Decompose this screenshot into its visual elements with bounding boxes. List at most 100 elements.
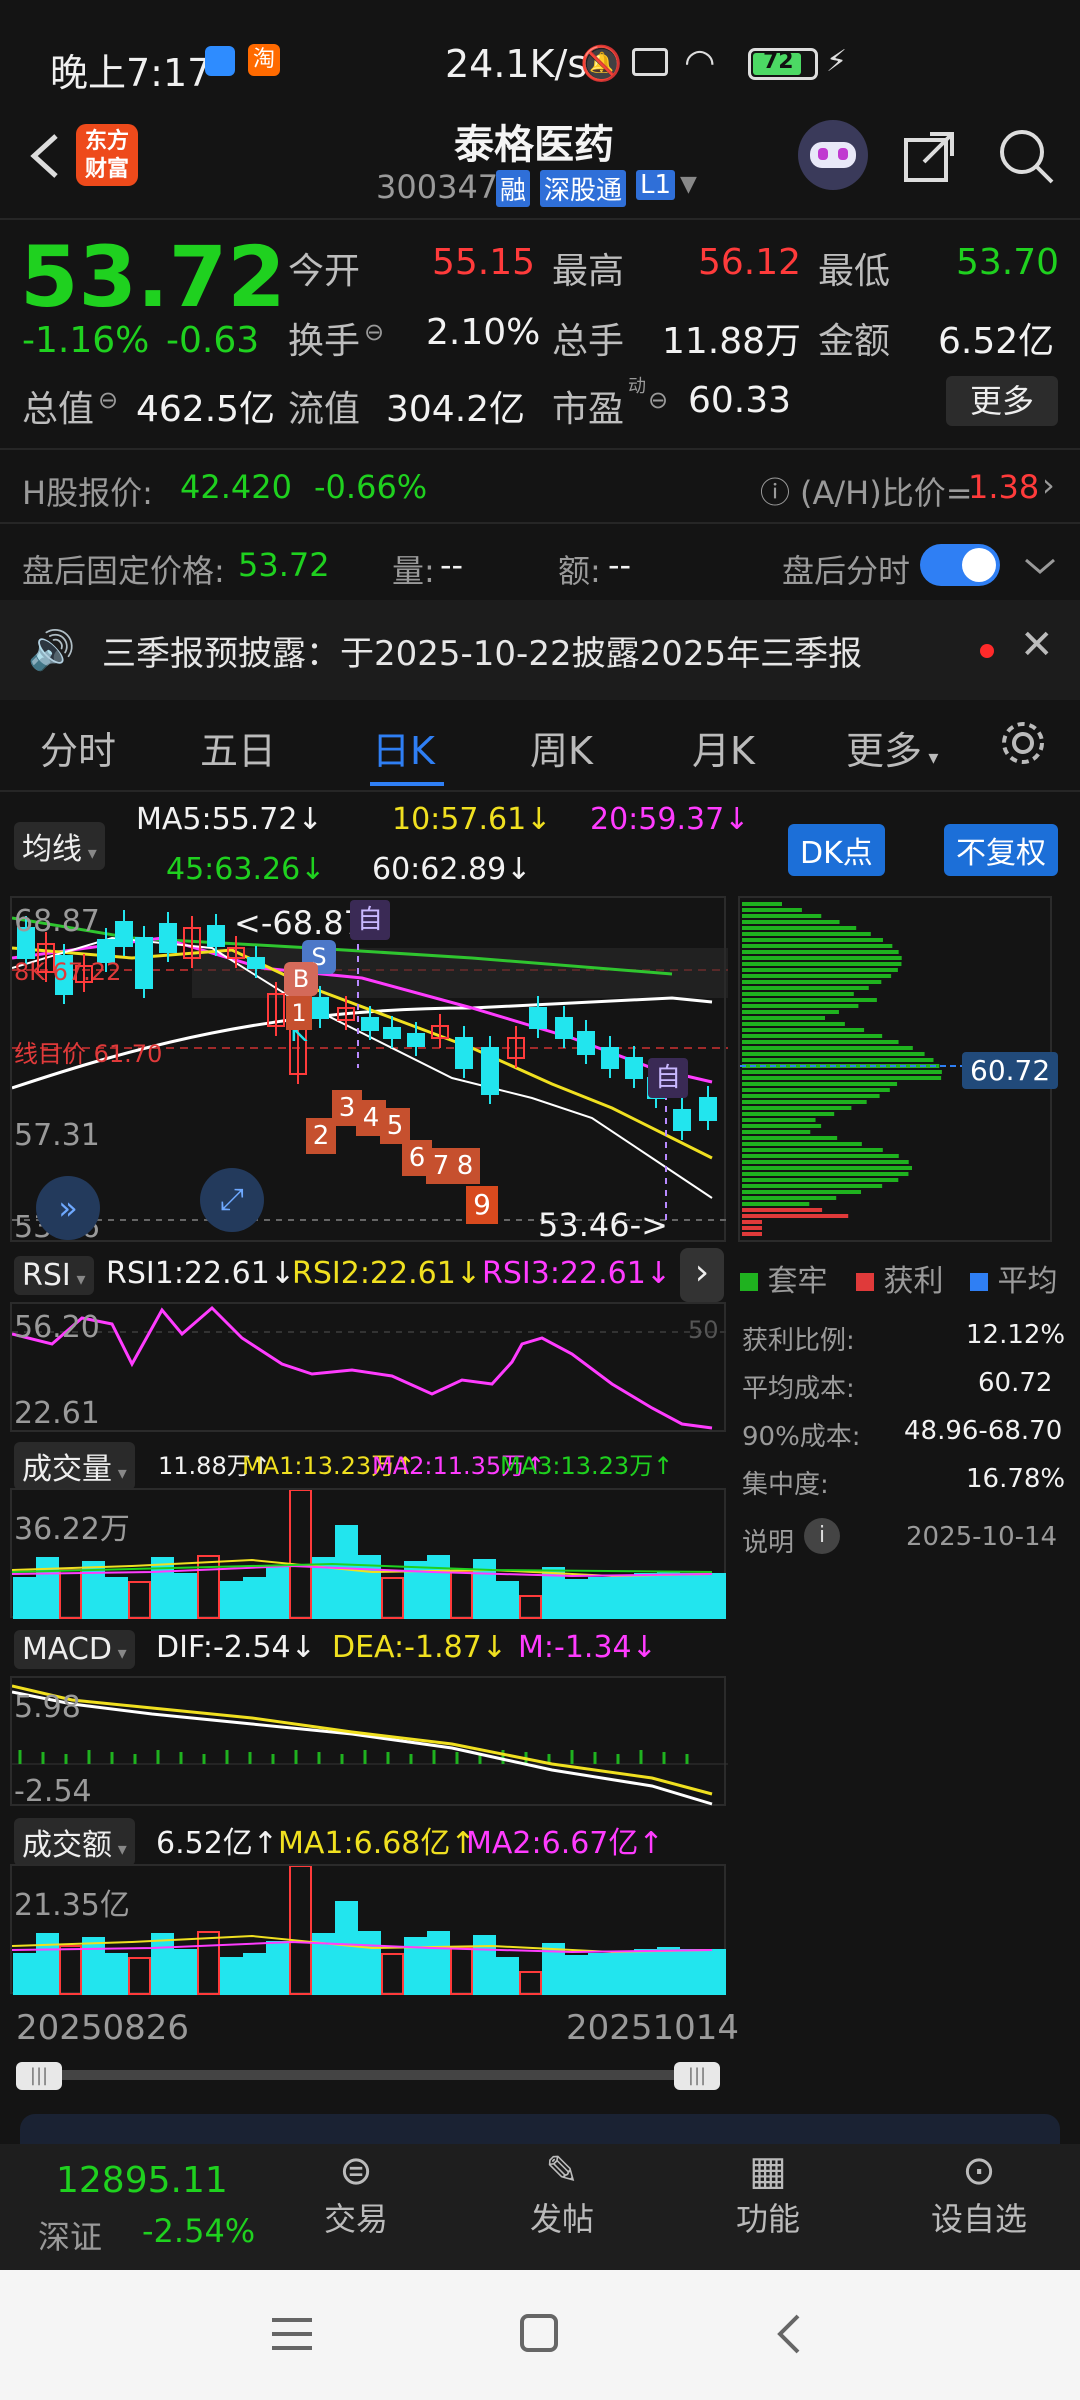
bar (174, 1949, 197, 1995)
bar (358, 1931, 381, 1995)
afterhours-label: 盘后固定价格: (22, 552, 225, 590)
chevron-right-icon[interactable]: › (680, 1248, 724, 1302)
share-icon[interactable] (900, 126, 960, 186)
self-select-mark[interactable]: 自 (350, 900, 390, 940)
bar (266, 1941, 289, 1995)
chevron-down-icon[interactable] (1022, 552, 1058, 580)
home-icon[interactable] (518, 2314, 562, 2354)
time-range-track[interactable] (20, 2070, 716, 2080)
fullscreen-icon[interactable]: ⤢ (200, 1168, 264, 1232)
chip-bar (742, 1214, 849, 1218)
chip-conc-value: 16.78% (966, 1464, 1066, 1494)
tab-5day[interactable]: 五日 (200, 720, 276, 775)
tab-daily-k[interactable]: 日K (372, 720, 435, 775)
chevron-right-icon[interactable]: › (1042, 466, 1055, 504)
amount-selector[interactable]: 成交额 ▾ (14, 1818, 135, 1866)
chip-legend-trapped-label: 套牢 (767, 1264, 828, 1299)
ad-banner-peek[interactable] (20, 2114, 1060, 2144)
kline-y-top: 68.87 (14, 904, 100, 939)
chip-bar (742, 1166, 912, 1170)
chevron-down-icon[interactable]: ▼ (680, 172, 697, 197)
chip-bar (742, 1208, 823, 1212)
last-price: 53.72 (20, 228, 286, 326)
chip-avg-label: 平均成本: (742, 1374, 855, 1404)
back-button[interactable] (20, 126, 70, 186)
candle-body (207, 925, 225, 947)
candle-body (601, 1047, 619, 1069)
speaker-icon: 🔊 (28, 628, 76, 672)
gear-icon[interactable] (998, 718, 1048, 768)
index-pct[interactable]: -2.54% (142, 2212, 255, 2250)
nav-post[interactable]: ✎ 发帖 (522, 2148, 602, 2240)
info-icon[interactable]: i (804, 1518, 840, 1554)
info-icon[interactable]: ⊖ (364, 318, 384, 346)
volume-ma3: MA3:13.23万↑ (500, 1452, 674, 1480)
tab-more-label: 更多 (846, 729, 923, 773)
tab-more[interactable]: 更多 ▾ (846, 720, 938, 775)
change-amount: -0.63 (166, 320, 260, 361)
pe-info-icon[interactable]: ⊖ (648, 386, 668, 414)
chip-bar (742, 1196, 837, 1200)
mktcap-info-icon[interactable]: ⊖ (98, 386, 118, 414)
buy-mark[interactable]: B (284, 962, 318, 996)
menu-icon[interactable] (270, 2314, 314, 2354)
volume-value: 11.88万 (662, 321, 802, 362)
high-value: 56.12 (698, 242, 802, 283)
volume-y-top: 36.22万 (14, 1512, 130, 1547)
more-button[interactable]: 更多 (946, 376, 1058, 426)
candle-body (481, 1047, 499, 1095)
notice-bar[interactable]: 🔊 三季报预披露：于2025-10-22披露2025年三季报 ✕ (0, 600, 1080, 700)
close-icon[interactable]: ✕ (1020, 622, 1054, 668)
bar (220, 1581, 243, 1619)
ah-ratio-value: 1.38 (968, 468, 1040, 506)
chip-bar (742, 1046, 913, 1050)
chip-bar (742, 1070, 942, 1074)
volume-selector[interactable]: 成交量 ▾ (14, 1442, 135, 1490)
robot-assistant-icon[interactable] (798, 120, 868, 190)
wifi-icon: ◠ (684, 42, 716, 83)
index-value[interactable]: 12895.11 (56, 2160, 228, 2201)
tab-intraday[interactable]: 分时 (40, 720, 116, 775)
macd-selector-label: MACD (22, 1632, 112, 1667)
bar (82, 1937, 105, 1995)
dk-point-button[interactable]: DK点 (788, 824, 885, 876)
candle-body (529, 1007, 547, 1029)
nav-add-watchlist[interactable]: ⊙ 设自选 (924, 2148, 1034, 2240)
afterhours-toggle[interactable] (920, 544, 1000, 586)
high-label: 最高 (552, 251, 625, 292)
mktcap-value: 462.5亿 (136, 389, 276, 430)
charging-icon: ⚡ (826, 44, 848, 79)
expand-left-icon[interactable]: » (36, 1176, 100, 1240)
tab-monthly-k[interactable]: 月K (692, 720, 755, 775)
macd-selector[interactable]: MACD ▾ (14, 1630, 135, 1669)
range-handle-left[interactable]: ||| (16, 2062, 62, 2090)
bar (588, 1577, 611, 1619)
back-nav-icon[interactable] (768, 2314, 812, 2354)
rsi-selector[interactable]: RSI ▾ (14, 1256, 94, 1295)
float-value: 304.2亿 (386, 389, 526, 430)
nav-trade[interactable]: ⊜ 交易 (316, 2148, 396, 2240)
divider (0, 448, 1080, 450)
no-adjust-button[interactable]: 不复权 (944, 824, 1058, 876)
candle-body (383, 1027, 401, 1039)
tab-weekly-k[interactable]: 周K (530, 720, 593, 775)
ma-selector[interactable]: 均线 ▾ (14, 822, 105, 870)
bar (13, 1577, 36, 1619)
question-icon[interactable]: ⓘ (760, 468, 790, 512)
range-handle-right[interactable]: ||| (674, 2062, 720, 2090)
nav-functions[interactable]: ▦ 功能 (728, 2148, 808, 2240)
index-name[interactable]: 深证 (38, 2212, 102, 2258)
search-icon[interactable] (994, 124, 1058, 188)
more-dots-icon: ⊙ (962, 2148, 996, 2194)
amount-ma1: MA1:6.68亿↑ (278, 1826, 476, 1861)
open-label: 今开 (288, 251, 361, 292)
chip-legend-profit: 获利 (856, 1256, 944, 1300)
candle-body (699, 1097, 717, 1121)
tag-level[interactable]: L1 (636, 170, 676, 200)
amount-selector-label: 成交额 (22, 1828, 112, 1863)
candle-body (247, 957, 265, 969)
td-count-8: 8 (450, 1148, 480, 1184)
afterhours-amt-label: 额: (558, 552, 601, 590)
kline-chart[interactable] (10, 896, 728, 1242)
self-select-mark[interactable]: 自 (648, 1058, 688, 1098)
